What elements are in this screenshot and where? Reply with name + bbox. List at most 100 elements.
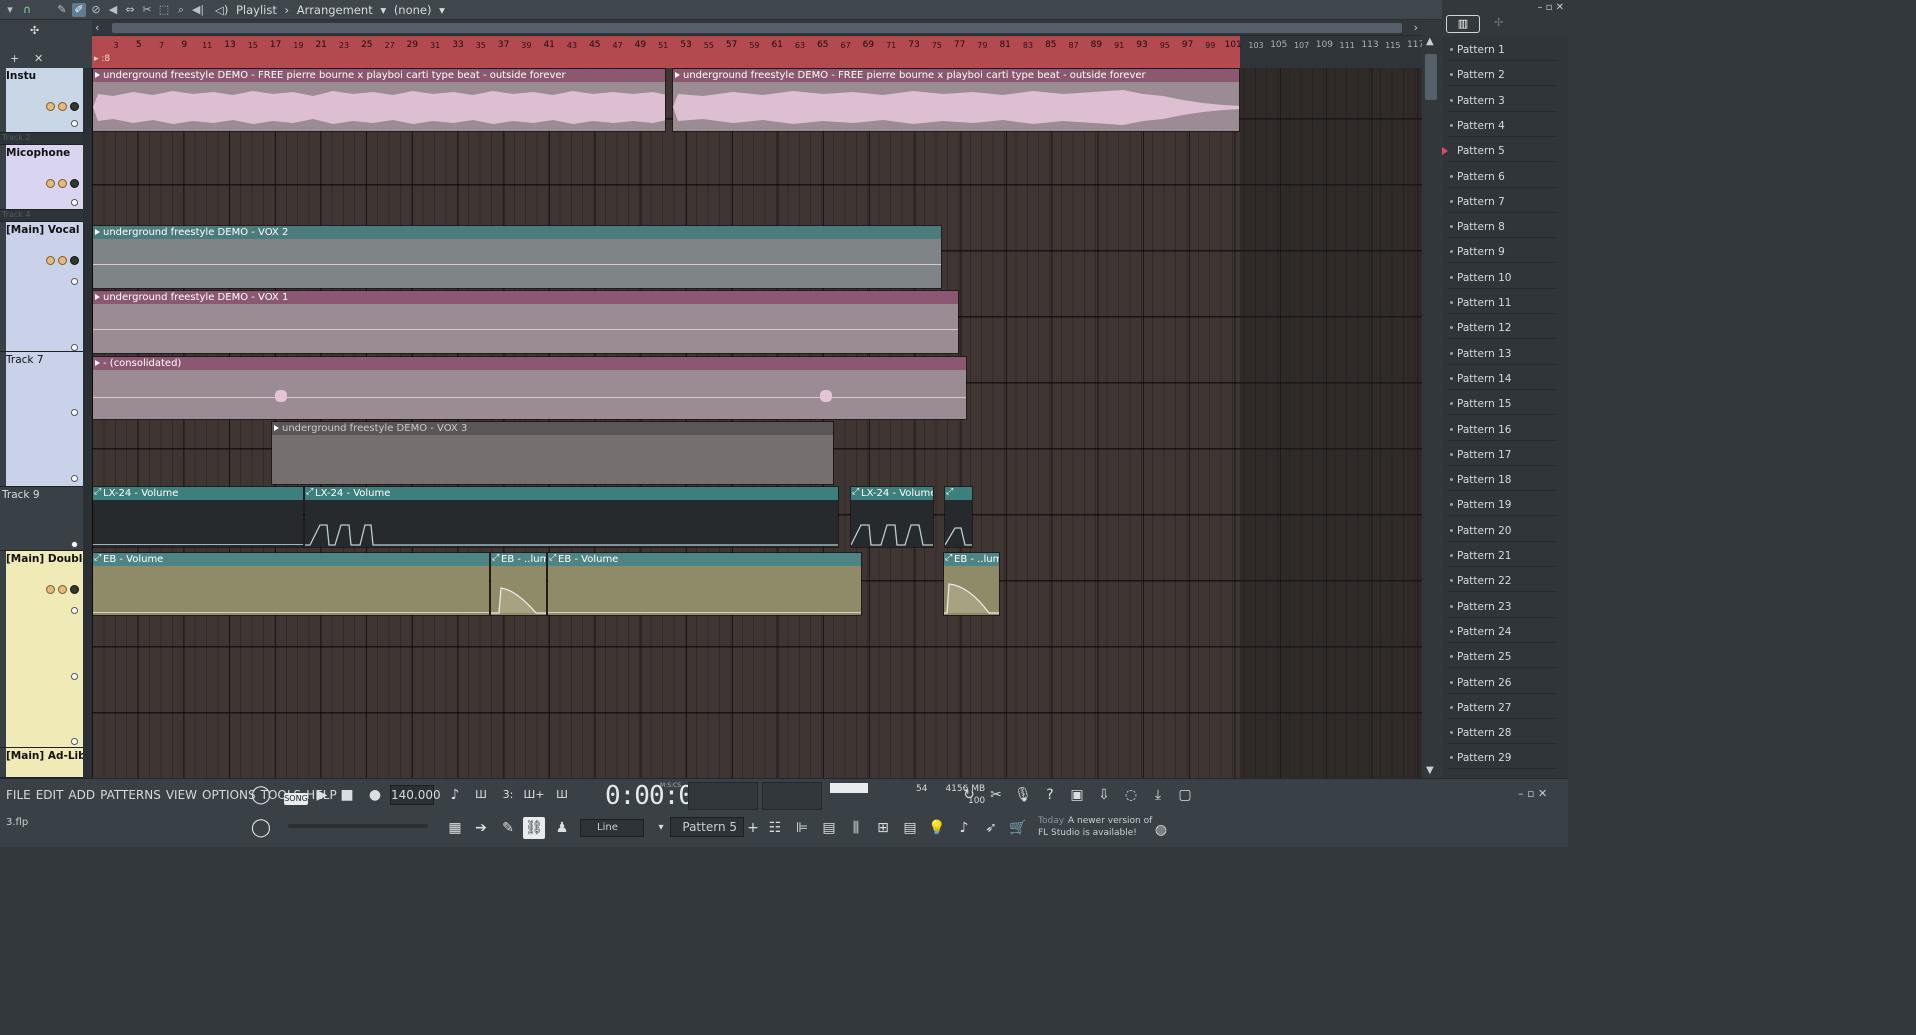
- track-name[interactable]: Track 7: [6, 354, 44, 366]
- track-name[interactable]: Instu: [6, 70, 36, 82]
- step-edit-icon[interactable]: Ш+: [523, 784, 545, 806]
- bulb-icon[interactable]: 💡: [926, 817, 948, 839]
- pattern-item[interactable]: Pattern 7: [1447, 191, 1557, 213]
- track-controls[interactable]: [39, 256, 79, 268]
- scroll-thumb[interactable]: [1425, 54, 1437, 100]
- magnet-snap-icon[interactable]: ∩: [20, 3, 34, 17]
- wait-record-icon[interactable]: Ш: [470, 784, 492, 806]
- track-header[interactable]: Instu: [0, 68, 83, 133]
- scroll-down-icon[interactable]: ▼: [1426, 765, 1434, 776]
- menu-item-add[interactable]: ADD: [68, 788, 95, 802]
- automation-clip[interactable]: LX-24 - Volume: [304, 486, 839, 548]
- pattern-item[interactable]: Pattern 18: [1447, 469, 1557, 492]
- audio-clip[interactable]: - (consolidated): [92, 356, 967, 420]
- song-marker[interactable]: ▸ :8: [94, 54, 110, 64]
- track-select-dot[interactable]: [71, 409, 78, 416]
- scroll-thumb[interactable]: [112, 23, 1402, 33]
- snap-select[interactable]: Line: [580, 819, 644, 837]
- pattern-item[interactable]: Pattern 10: [1447, 267, 1557, 289]
- audio-clip[interactable]: underground freestyle DEMO - VOX 1: [92, 290, 959, 354]
- audio-clip[interactable]: underground freestyle DEMO - FREE pierre…: [672, 68, 1240, 132]
- track-controls[interactable]: [39, 102, 79, 114]
- pattern-item[interactable]: Pattern 24: [1447, 621, 1557, 643]
- countdown-icon[interactable]: 3:: [497, 784, 519, 806]
- mute-tool-icon[interactable]: ◀: [106, 3, 120, 17]
- automation-clip[interactable]: EB - Volume: [547, 552, 862, 616]
- window-controls[interactable]: – ▫ ✕: [1537, 2, 1564, 13]
- pattern-item[interactable]: Pattern 19: [1447, 494, 1557, 517]
- metronome-icon[interactable]: ♪: [444, 784, 466, 806]
- piano-icon[interactable]: ▥: [1446, 15, 1480, 33]
- track-header[interactable]: [Main] Doubles: [0, 551, 83, 748]
- track-name[interactable]: [Main] Ad-Libs: [6, 750, 83, 762]
- automation-clip[interactable]: LX-24 - Volume: [92, 486, 304, 548]
- track-header[interactable]: Micophone: [0, 145, 83, 210]
- pattern-item[interactable]: Pattern 16: [1447, 419, 1557, 441]
- selection-label[interactable]: (none): [394, 3, 432, 17]
- pattern-item[interactable]: Pattern 4: [1447, 115, 1557, 137]
- pattern-item[interactable]: Pattern 2: [1447, 64, 1557, 87]
- render-icon[interactable]: ⇩: [1093, 784, 1115, 806]
- pencil-tool-icon[interactable]: ✎: [55, 3, 69, 17]
- pattern-item[interactable]: Pattern 21: [1447, 545, 1557, 567]
- horizontal-scrollbar[interactable]: ‹ ›: [92, 20, 1422, 36]
- pattern-item[interactable]: Pattern 22: [1447, 570, 1557, 593]
- automation-clip[interactable]: EB - ..lume: [490, 552, 547, 616]
- browser-icon[interactable]: ▤: [818, 817, 840, 839]
- pencil-icon[interactable]: ✎: [497, 817, 519, 839]
- muted-audio-clip[interactable]: underground freestyle DEMO - VOX 3: [271, 421, 834, 485]
- tempo-display[interactable]: 140.000: [390, 785, 441, 805]
- vertical-scrollbar[interactable]: ▲ ▼: [1422, 36, 1440, 778]
- chevron-down-icon[interactable]: ▾: [650, 817, 672, 839]
- track-select-dot[interactable]: [71, 278, 78, 285]
- loop-record-icon[interactable]: Ш: [551, 784, 573, 806]
- automation-clip[interactable]: EB - ..lume: [943, 552, 1000, 616]
- pattern-item[interactable]: Pattern 9: [1447, 241, 1557, 264]
- pattern-item[interactable]: Pattern 17: [1447, 444, 1557, 466]
- add-track-icon[interactable]: +: [10, 52, 19, 65]
- save-icon[interactable]: ▣: [1066, 784, 1088, 806]
- mode-toggle-icon[interactable]: ◯: [250, 784, 272, 806]
- track-select-dot[interactable]: [71, 344, 78, 351]
- arrangement-label[interactable]: Arrangement: [297, 3, 373, 17]
- share-icon[interactable]: ➶: [980, 817, 1002, 839]
- tutorial-icon[interactable]: ♪: [953, 817, 975, 839]
- audio-clip[interactable]: underground freestyle DEMO - FREE pierre…: [92, 68, 666, 132]
- pattern-item[interactable]: Pattern 27: [1447, 697, 1557, 719]
- automation-clip[interactable]: [944, 486, 973, 548]
- track-divider[interactable]: [83, 68, 92, 778]
- menu-item-file[interactable]: FILE: [6, 788, 31, 802]
- add-pattern-icon[interactable]: ✢: [1494, 16, 1503, 29]
- project-icon[interactable]: ▤: [899, 817, 921, 839]
- menu-item-edit[interactable]: EDIT: [36, 788, 64, 802]
- playlist-icon[interactable]: ▦: [444, 817, 466, 839]
- track-header[interactable]: [Main] Ad-Libs: [0, 748, 83, 778]
- track-select-dot[interactable]: [71, 120, 78, 127]
- track-header[interactable]: [Main] Vocal: [0, 222, 83, 352]
- track-controls[interactable]: [39, 179, 79, 191]
- undo-icon[interactable]: ↻: [958, 784, 980, 806]
- window-title[interactable]: ◁) Playlist › Arrangement ▾ (none) ▾: [215, 3, 449, 17]
- scroll-left-icon[interactable]: ‹: [95, 21, 99, 34]
- snap-icon[interactable]: ✣: [30, 24, 39, 37]
- piano-roll-icon[interactable]: ⊫: [791, 817, 813, 839]
- menu-item-options[interactable]: OPTIONS: [202, 788, 256, 802]
- update-icon[interactable]: ◍: [1150, 819, 1172, 841]
- track-name[interactable]: Micophone: [6, 147, 70, 159]
- timeline-ruler[interactable]: ▸ :8 3 5 7 9 11 13 15 17 19 21 23 25 27 29 31 33 35 37 39 4…: [92, 36, 1422, 68]
- pattern-item[interactable]: Pattern 13: [1447, 343, 1557, 365]
- menu-item-view[interactable]: VIEW: [166, 788, 197, 802]
- select-tool-icon[interactable]: ⬚: [157, 3, 171, 17]
- menu-item-patterns[interactable]: PATTERNS: [100, 788, 161, 802]
- track-select-dot[interactable]: [71, 673, 78, 680]
- delete-tool-icon[interactable]: ⊘: [89, 3, 103, 17]
- song-mode-button[interactable]: SONG: [284, 793, 308, 805]
- menu-arrow-icon[interactable]: ▾: [3, 3, 17, 17]
- playlist-grid[interactable]: underground freestyle DEMO - FREE pierre…: [92, 68, 1422, 778]
- master-pitch-slider[interactable]: [288, 824, 428, 828]
- pattern-selector[interactable]: Pattern 5: [670, 817, 744, 837]
- chevron-down-icon[interactable]: ▾: [380, 3, 386, 17]
- mic-icon[interactable]: 🎙: [1012, 784, 1034, 806]
- track-name[interactable]: [Main] Doubles: [6, 553, 83, 565]
- pattern-item[interactable]: Pattern 6: [1447, 166, 1557, 188]
